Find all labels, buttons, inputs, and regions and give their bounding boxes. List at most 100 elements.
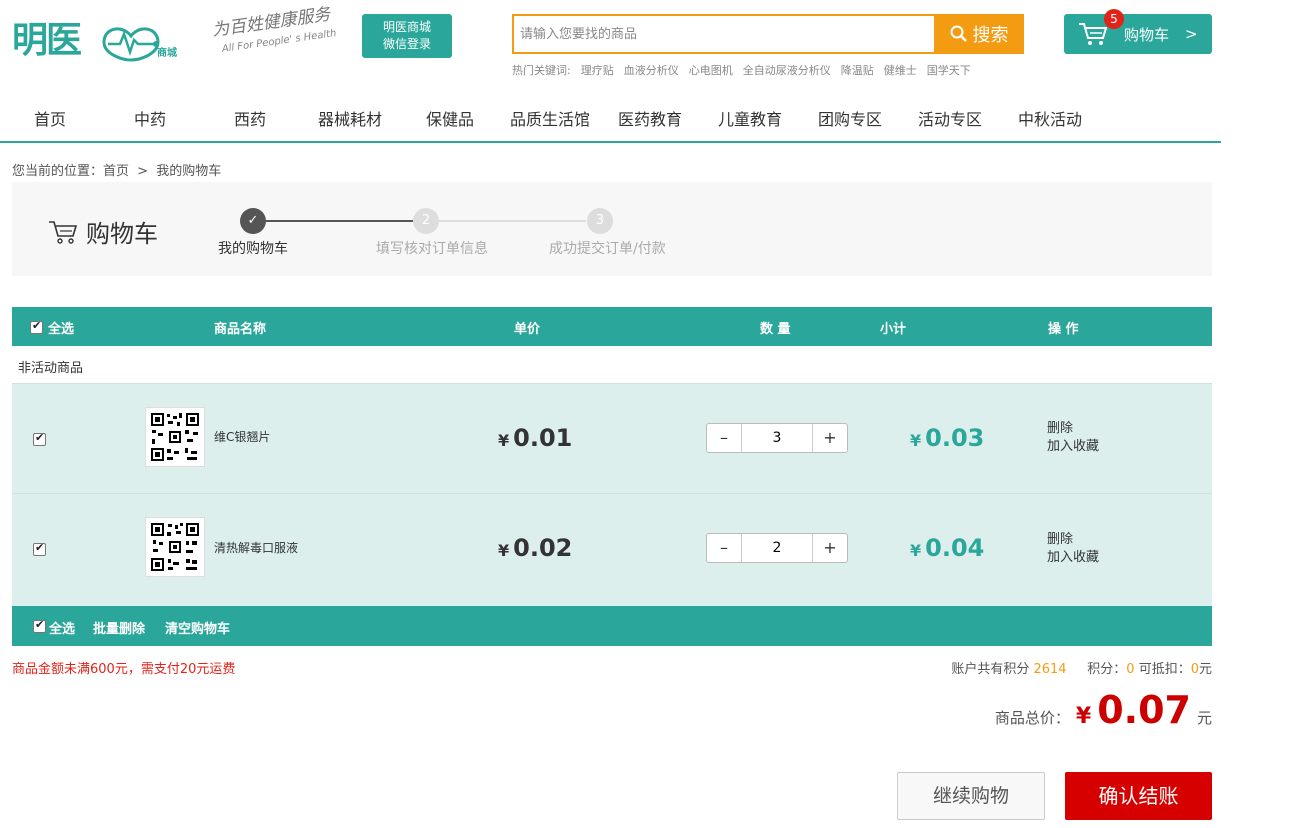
increment-button[interactable]: + bbox=[813, 534, 847, 562]
nav-item[interactable]: 器械耗材 bbox=[300, 100, 400, 141]
cart-count-badge: 5 bbox=[1104, 9, 1124, 29]
row-checkbox[interactable] bbox=[33, 541, 46, 556]
nav-item[interactable]: 中药 bbox=[100, 100, 200, 141]
breadcrumb-home[interactable]: 首页 bbox=[103, 164, 129, 179]
decrement-button[interactable]: – bbox=[707, 424, 741, 452]
hot-keyword[interactable]: 全自动尿液分析仪 bbox=[743, 62, 831, 78]
unit-price-value: 0.02 bbox=[513, 534, 573, 562]
product-name[interactable]: 清热解毒口服液 bbox=[214, 539, 298, 556]
nav-item[interactable]: 儿童教育 bbox=[700, 100, 800, 141]
currency-symbol: ¥ bbox=[910, 431, 922, 450]
total-amount: 0.07 bbox=[1097, 688, 1191, 732]
delete-link[interactable]: 删除 bbox=[1047, 420, 1099, 438]
nav-item[interactable]: 首页 bbox=[0, 100, 100, 141]
hot-keyword[interactable]: 理疗贴 bbox=[581, 62, 614, 78]
heartbeat-logo-icon bbox=[102, 27, 160, 62]
cart-label: 购物车 bbox=[1124, 25, 1170, 44]
search-input[interactable] bbox=[514, 16, 936, 52]
nav-item[interactable]: 团购专区 bbox=[800, 100, 900, 141]
cart-arrow: > bbox=[1185, 25, 1198, 43]
select-all-label: 全选 bbox=[49, 622, 76, 637]
nav-item[interactable]: 中秋活动 bbox=[1000, 100, 1100, 141]
decrement-button[interactable]: – bbox=[707, 534, 741, 562]
points-info: 账户共有积分 2614 积分：0 可抵扣：0元 bbox=[951, 658, 1212, 677]
quantity-input[interactable] bbox=[741, 534, 813, 562]
delete-link[interactable]: 删除 bbox=[1047, 531, 1099, 549]
subtotal: ¥0.03 bbox=[910, 424, 984, 452]
total-currency: ¥ bbox=[1075, 704, 1092, 729]
quantity-input[interactable] bbox=[741, 424, 813, 452]
total-label: 商品总价： bbox=[994, 709, 1070, 727]
cart-icon bbox=[49, 220, 78, 244]
hot-keyword[interactable]: 血液分析仪 bbox=[624, 62, 679, 78]
step-check-icon: ✓ bbox=[240, 208, 266, 234]
cart-button[interactable]: 购物车 > bbox=[1064, 14, 1212, 54]
hot-keyword[interactable]: 国学天下 bbox=[927, 62, 971, 78]
nav-item[interactable]: 活动专区 bbox=[900, 100, 1000, 141]
col-qty: 数 量 bbox=[760, 322, 791, 337]
increment-button[interactable]: + bbox=[813, 424, 847, 452]
steps-title: 购物车 bbox=[48, 214, 158, 249]
points-total: 2614 bbox=[1033, 662, 1067, 677]
search-button[interactable]: 搜索 bbox=[934, 14, 1024, 54]
deduct-value: 0 bbox=[1190, 662, 1199, 677]
qr-code-icon bbox=[149, 411, 201, 463]
shipping-note: 商品金额未满600元，需支付20元运费 bbox=[12, 662, 236, 677]
logo[interactable]: 明医 bbox=[12, 18, 82, 64]
batch-delete-button[interactable]: 批量删除 bbox=[93, 618, 145, 637]
step-label: 成功提交订单/付款 bbox=[549, 241, 666, 257]
step-number: 2 bbox=[413, 208, 439, 234]
wechat-login-line2: 微信登录 bbox=[382, 37, 431, 51]
hot-keywords: 热门关键词: 理疗贴 血液分析仪 心电图机 全自动尿液分析仪 降温贴 健维士 国… bbox=[512, 62, 971, 78]
points-label: 账户共有积分 bbox=[951, 662, 1030, 677]
row-actions: 删除 加入收藏 bbox=[1047, 531, 1099, 567]
nav-item[interactable]: 保健品 bbox=[400, 100, 500, 141]
product-name[interactable]: 维C银翘片 bbox=[214, 428, 270, 445]
checkout-button[interactable]: 确认结账 bbox=[1065, 772, 1212, 820]
clear-cart-button[interactable]: 清空购物车 bbox=[165, 618, 230, 637]
product-image[interactable] bbox=[145, 407, 205, 467]
currency-symbol: ¥ bbox=[498, 431, 510, 450]
search-button-label: 搜索 bbox=[972, 25, 1009, 46]
row-actions: 删除 加入收藏 bbox=[1047, 420, 1099, 456]
cart-icon bbox=[1079, 23, 1108, 45]
hot-keyword[interactable]: 健维士 bbox=[884, 62, 917, 78]
select-all-checkbox-bottom[interactable] bbox=[33, 618, 46, 633]
search-icon bbox=[950, 25, 967, 42]
currency-symbol: ¥ bbox=[910, 541, 922, 560]
nav-item[interactable]: 医药教育 bbox=[600, 100, 700, 141]
add-favorite-link[interactable]: 加入收藏 bbox=[1047, 549, 1099, 567]
wechat-login-line1: 明医商城 bbox=[382, 20, 431, 34]
add-favorite-link[interactable]: 加入收藏 bbox=[1047, 438, 1099, 456]
col-name: 商品名称 bbox=[214, 322, 267, 337]
select-all-checkbox[interactable] bbox=[30, 319, 43, 334]
step-label: 填写核对订单信息 bbox=[376, 241, 488, 257]
nav-item[interactable]: 西药 bbox=[200, 100, 300, 141]
breadcrumb-separator: > bbox=[137, 164, 149, 179]
deduct-label: 可抵扣： bbox=[1138, 662, 1191, 677]
step-label: 我的购物车 bbox=[218, 241, 288, 257]
quantity-stepper: – + bbox=[706, 533, 848, 563]
hot-keyword[interactable]: 降温贴 bbox=[841, 62, 874, 78]
nav-item[interactable]: 品质生活馆 bbox=[500, 100, 600, 141]
hot-keyword[interactable]: 心电图机 bbox=[689, 62, 733, 78]
subtotal-value: 0.03 bbox=[925, 424, 985, 452]
logo-text: 明医 bbox=[12, 20, 82, 61]
total-price: 商品总价： ¥ 0.07 元 bbox=[995, 688, 1212, 732]
product-image[interactable] bbox=[145, 517, 205, 577]
continue-shopping-button[interactable]: 继续购物 bbox=[897, 772, 1045, 820]
row-checkbox[interactable] bbox=[33, 431, 46, 446]
wechat-login-button[interactable]: 明医商城 微信登录 bbox=[362, 14, 452, 58]
quantity-stepper: – + bbox=[706, 423, 848, 453]
logo-sub: 商城 bbox=[157, 48, 177, 59]
table-row: 维C银翘片 ¥0.01 – + ¥0.03 删除 加入收藏 bbox=[12, 383, 1212, 493]
breadcrumb: 您当前的位置：首页 > 我的购物车 bbox=[12, 160, 225, 179]
currency-symbol: ¥ bbox=[498, 541, 510, 560]
main-nav: 首页 中药 西药 器械耗材 保健品 品质生活馆 医药教育 儿童教育 团购专区 活… bbox=[0, 100, 1221, 143]
points-use-label: 积分： bbox=[1087, 662, 1127, 677]
col-price: 单价 bbox=[514, 322, 541, 337]
table-row: 清热解毒口服液 ¥0.02 – + ¥0.04 删除 加入收藏 bbox=[12, 493, 1212, 606]
cart-table-header: 全选 商品名称 单价 数 量 小计 操 作 bbox=[12, 307, 1212, 346]
step-number: 3 bbox=[587, 208, 613, 234]
col-subtotal: 小计 bbox=[880, 322, 907, 337]
